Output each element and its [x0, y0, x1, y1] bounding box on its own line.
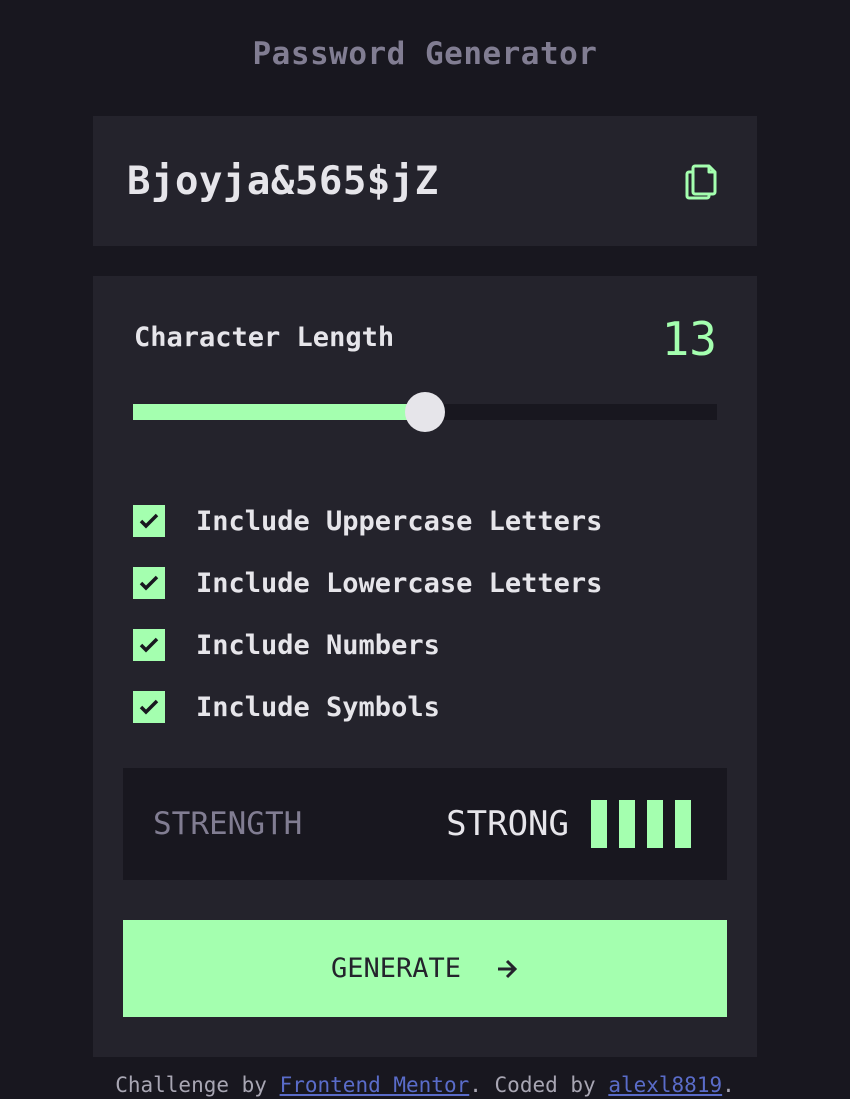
strength-value: STRONG	[446, 804, 569, 844]
option-label: Include Lowercase Letters	[196, 567, 603, 599]
option-uppercase[interactable]: Include Uppercase Letters	[133, 490, 602, 552]
slider-thumb[interactable]	[405, 392, 445, 432]
options-list: Include Uppercase Letters Include Lowerc…	[133, 490, 602, 738]
frontend-mentor-link[interactable]: Frontend Mentor	[280, 1073, 470, 1097]
generate-button[interactable]: GENERATE	[123, 920, 727, 1017]
footer-prefix: Challenge by	[115, 1073, 280, 1097]
strength-meter: STRENGTH STRONG	[123, 768, 727, 880]
footer-attribution: Challenge by Frontend Mentor. Coded by a…	[0, 1073, 850, 1097]
slider-fill	[133, 404, 425, 420]
symbols-checkbox[interactable]	[133, 691, 165, 723]
option-label: Include Symbols	[196, 691, 440, 723]
generate-label: GENERATE	[330, 953, 462, 984]
copy-icon	[685, 164, 717, 200]
author-link[interactable]: alexl8819	[608, 1073, 722, 1097]
strength-bar	[591, 800, 607, 848]
option-lowercase[interactable]: Include Lowercase Letters	[133, 552, 602, 614]
option-numbers[interactable]: Include Numbers	[133, 614, 602, 676]
page-title: Password Generator	[252, 36, 598, 72]
footer-middle: . Coded by	[469, 1073, 609, 1097]
password-display: Bjoyja&565$jZ	[93, 116, 757, 246]
check-icon	[139, 637, 159, 653]
check-icon	[139, 513, 159, 529]
strength-bar	[619, 800, 635, 848]
uppercase-checkbox[interactable]	[133, 505, 165, 537]
strength-bars	[591, 800, 691, 848]
length-slider[interactable]	[133, 392, 717, 432]
numbers-checkbox[interactable]	[133, 629, 165, 661]
arrow-right-icon	[495, 957, 519, 981]
settings-panel: Character Length 13 Include Uppercase Le…	[93, 276, 757, 1057]
check-icon	[139, 699, 159, 715]
character-length-label: Character Length	[134, 322, 395, 353]
option-symbols[interactable]: Include Symbols	[133, 676, 602, 738]
strength-bar	[675, 800, 691, 848]
footer-suffix: .	[722, 1073, 735, 1097]
password-text: Bjoyja&565$jZ	[127, 158, 439, 204]
strength-indicator: STRONG	[446, 800, 691, 848]
check-icon	[139, 575, 159, 591]
character-length-value: 13	[661, 312, 717, 366]
option-label: Include Uppercase Letters	[196, 505, 603, 537]
strength-label: STRENGTH	[153, 806, 303, 842]
strength-bar	[647, 800, 663, 848]
copy-button[interactable]	[683, 161, 719, 201]
lowercase-checkbox[interactable]	[133, 567, 165, 599]
page: Password Generator Bjoyja&565$jZ Charact…	[0, 0, 850, 1099]
option-label: Include Numbers	[196, 629, 440, 661]
